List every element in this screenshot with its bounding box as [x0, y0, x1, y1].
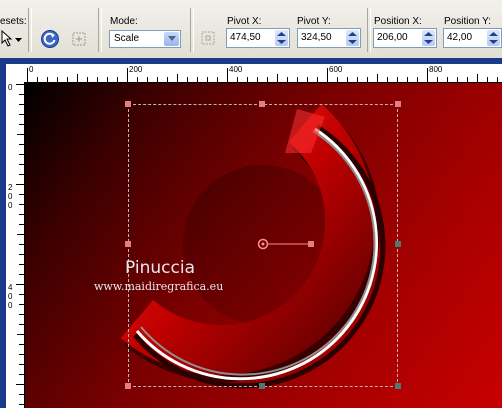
position-x-field[interactable]: 206,00	[373, 28, 437, 48]
spinner-arrows-icon[interactable]	[346, 30, 359, 46]
scale-handle[interactable]	[395, 101, 401, 107]
pivot-x-value: 474,50	[230, 32, 261, 43]
ruler-label: 600	[329, 65, 343, 74]
horizontal-ruler: 0 200 400 600 800	[24, 64, 502, 83]
toolbar-separator	[28, 8, 32, 52]
pick-tool-toolbar: esets: Mode: Scale Pivot X: 474,50 Pivot…	[0, 0, 502, 59]
scale-handle[interactable]	[125, 241, 131, 247]
scale-handle[interactable]	[395, 383, 401, 389]
vertical-ruler: 0 2 0 0 4 0 0	[6, 82, 25, 408]
ruler-label: 0	[8, 292, 13, 301]
position-y-field[interactable]: 42,00	[443, 28, 502, 48]
ruler-label: 400	[229, 65, 243, 74]
toolbar-separator	[190, 8, 194, 52]
pivot-y-value: 324,50	[301, 32, 332, 43]
mode-select[interactable]: Scale	[109, 30, 181, 48]
pivot-y-field[interactable]: 324,50	[297, 28, 361, 48]
watermark-url: www.maidiregrafica.eu	[94, 280, 224, 293]
position-y-value: 42,00	[447, 32, 473, 43]
pivot-x-field[interactable]: 474,50	[226, 28, 290, 48]
pivot-target-icon[interactable]	[198, 28, 218, 48]
spinner-arrows-icon[interactable]	[487, 30, 500, 46]
ruler-label: 2	[8, 183, 13, 192]
scale-handle[interactable]	[125, 101, 131, 107]
spinner-arrows-icon[interactable]	[422, 30, 435, 46]
position-x-label: Position X:	[374, 16, 422, 27]
randomize-icon[interactable]	[68, 28, 90, 50]
scale-handle[interactable]	[395, 241, 401, 247]
watermark-name: Pinuccia	[125, 258, 195, 278]
ruler-label: 0	[8, 301, 13, 310]
presets-label: esets:	[0, 16, 27, 27]
mode-label: Mode:	[110, 16, 138, 27]
position-y-label: Position Y:	[444, 16, 492, 27]
ruler-label: 0	[29, 65, 34, 74]
reset-icon[interactable]	[39, 28, 61, 50]
ruler-label: 4	[8, 283, 13, 292]
ruler-label: 200	[129, 65, 143, 74]
scale-handle[interactable]	[259, 101, 265, 107]
ruler-label: 0	[8, 201, 13, 210]
position-x-value: 206,00	[377, 32, 408, 43]
preset-pointer-icon[interactable]	[0, 28, 14, 48]
pivot-y-label: Pivot Y:	[297, 16, 331, 27]
toolbar-separator	[98, 8, 102, 52]
ruler-label: 0	[8, 83, 13, 92]
image-canvas[interactable]: Pinuccia www.maidiregrafica.eu	[25, 83, 502, 408]
pivot-point-icon[interactable]	[256, 237, 316, 251]
scale-handle[interactable]	[259, 383, 265, 389]
mode-select-value: Scale	[114, 33, 140, 44]
toolbar-separator	[367, 8, 371, 52]
pivot-x-label: Pivot X:	[227, 16, 262, 27]
scale-handle[interactable]	[125, 383, 131, 389]
ruler-corner	[6, 64, 24, 82]
ruler-label: 800	[429, 65, 443, 74]
ruler-label: 0	[8, 192, 13, 201]
chevron-down-icon[interactable]	[164, 32, 179, 46]
spinner-arrows-icon[interactable]	[275, 30, 288, 46]
preset-dropdown-icon[interactable]	[14, 36, 22, 44]
